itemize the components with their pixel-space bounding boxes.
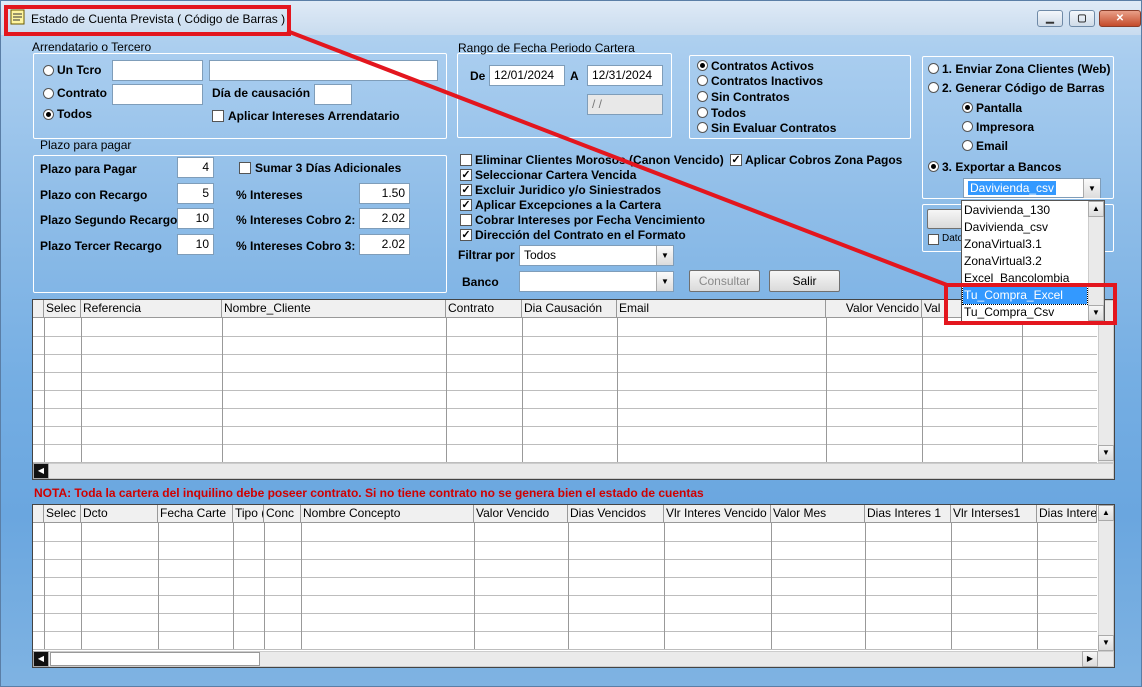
main-window: Estado de Cuenta Prevista ( Código de Ba…: [0, 0, 1142, 687]
annotation-arrow: [286, 29, 948, 287]
